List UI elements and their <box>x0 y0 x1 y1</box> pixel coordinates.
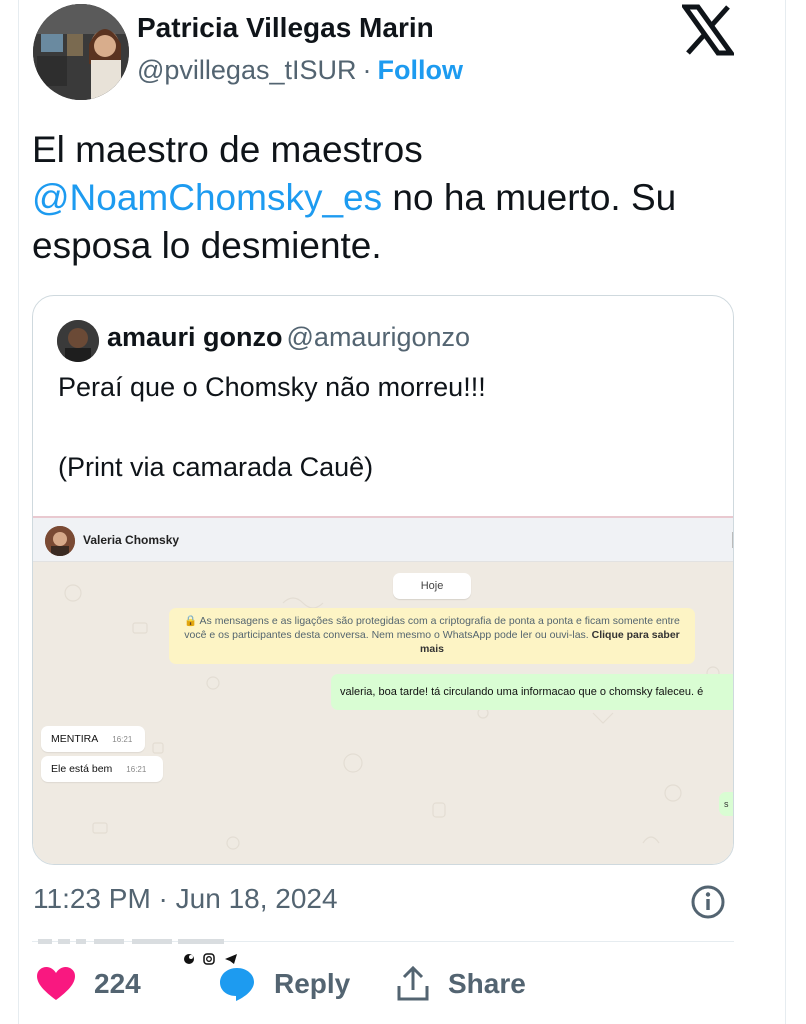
author-name[interactable]: Patricia Villegas Marin <box>137 12 434 44</box>
incoming-message-time: 16:21 <box>126 765 147 774</box>
share-label: Share <box>448 968 526 999</box>
tweet-text-part1: El maestro de maestros <box>32 129 423 170</box>
contact-avatar <box>45 526 75 556</box>
upload-share-icon <box>397 966 429 1001</box>
mention-link[interactable]: @NoamChomsky_es <box>32 177 382 218</box>
tweet-text: El maestro de maestros @NoamChomsky_es n… <box>32 126 742 270</box>
quoted-text-line1: Peraí que o Chomsky não morreu!!! <box>58 372 486 402</box>
quoted-author: amauri gonzo @amaurigonzo <box>107 322 470 353</box>
whatsapp-header: Valeria Chomsky <box>33 516 733 562</box>
quoted-author-name[interactable]: amauri gonzo <box>107 322 283 352</box>
share-button[interactable]: Share <box>396 962 526 1006</box>
encryption-notice[interactable]: 🔒 As mensagens e as ligações são protegi… <box>169 608 695 664</box>
speech-bubble-icon <box>220 968 254 1001</box>
date-chip: Hoje <box>393 573 471 599</box>
reply-label: Reply <box>274 968 351 999</box>
incoming-message: Ele está bem 16:21 <box>41 756 163 782</box>
author-handle[interactable]: @pvillegas_tISUR <box>137 55 357 85</box>
tweet-timestamp[interactable]: 11:23 PM · Jun 18, 2024 <box>33 883 338 915</box>
x-logo-icon[interactable] <box>682 4 734 56</box>
outgoing-message-partial: s <box>719 792 733 816</box>
like-count: 224 <box>94 968 141 999</box>
incoming-message: MENTIRA 16:21 <box>41 726 145 752</box>
like-button[interactable]: 224 <box>36 962 141 1006</box>
header-edge-divider <box>732 532 733 548</box>
incoming-message-text: MENTIRA <box>51 733 99 745</box>
faded-text-artifact <box>38 939 224 944</box>
author-meta: @pvillegas_tISUR · Follow <box>137 55 463 86</box>
heart-icon <box>37 967 75 1000</box>
embedded-whatsapp-screenshot[interactable]: Valeria Chomsky Hoje 🔒 As mensagens e as… <box>33 516 733 864</box>
follow-button[interactable]: Follow <box>378 55 463 85</box>
incoming-message-text: Ele está bem <box>51 763 113 775</box>
separator: · <box>362 55 372 85</box>
outgoing-message: valeria, boa tarde! tá circulando uma in… <box>331 674 733 710</box>
contact-name: Valeria Chomsky <box>83 533 180 547</box>
reply-button[interactable]: Reply <box>218 962 350 1006</box>
author-avatar[interactable] <box>33 4 129 100</box>
quoted-author-avatar[interactable] <box>57 320 99 362</box>
quoted-text-line2: (Print via camarada Cauê) <box>58 452 374 482</box>
info-icon[interactable] <box>690 884 726 920</box>
quoted-tweet[interactable]: amauri gonzo @amaurigonzo Peraí que o Cho… <box>32 295 734 865</box>
incoming-message-time: 16:21 <box>112 735 133 744</box>
quoted-author-handle[interactable]: @amaurigonzo <box>287 322 471 352</box>
